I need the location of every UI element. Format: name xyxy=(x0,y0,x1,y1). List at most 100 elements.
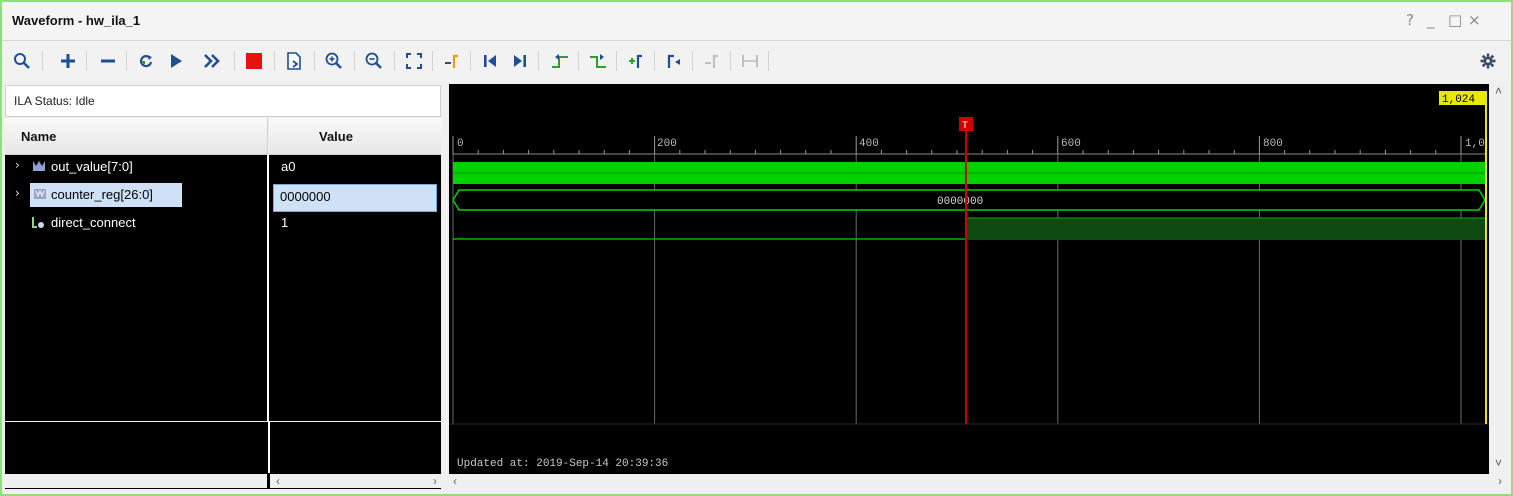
swap-cursors-icon[interactable] xyxy=(738,49,762,73)
expand-chevron-icon[interactable]: › xyxy=(15,158,20,172)
next-marker-icon[interactable] xyxy=(700,49,724,73)
bus-value-label: 0000000 xyxy=(937,196,983,208)
go-to-cursor-icon[interactable] xyxy=(440,49,464,73)
toolbar-separator xyxy=(314,51,315,71)
updated-timestamp: Updated at: 2019-Sep-14 20:39:36 xyxy=(457,458,668,470)
minus-icon[interactable] xyxy=(96,49,120,73)
ruler-label: 600 xyxy=(1061,138,1081,150)
signal-name: direct_connect xyxy=(51,215,136,230)
zoom-in-icon[interactable] xyxy=(322,49,346,73)
toolbar-separator xyxy=(654,51,655,71)
skip-start-icon[interactable] xyxy=(478,49,502,73)
maximize-icon[interactable]: □ xyxy=(1448,11,1462,29)
signal-row[interactable]: › out_value[7:0] xyxy=(5,155,267,179)
signal-list-pane: ILA Status: Idle Name Value › out_value[… xyxy=(5,85,441,489)
direct-connect-high xyxy=(966,218,1485,240)
trigger-marker-label: T xyxy=(962,121,968,132)
search-icon[interactable] xyxy=(10,49,34,73)
prev-transition-icon[interactable] xyxy=(548,49,572,73)
value-column-label: Value xyxy=(319,129,353,144)
add-marker-icon[interactable] xyxy=(624,49,648,73)
scroll-right-icon[interactable]: › xyxy=(433,474,437,488)
toolbar-separator xyxy=(538,51,539,71)
signal-row[interactable]: › counter_reg[26:0] xyxy=(5,183,267,207)
signal-list-footer: ‹ › xyxy=(5,422,441,489)
window-title: Waveform - hw_ila_1 xyxy=(12,13,141,28)
close-icon[interactable]: × xyxy=(1468,11,1481,29)
value-cell: a0 xyxy=(271,155,439,179)
toolbar-separator xyxy=(86,51,87,71)
value-horizontal-scrollbar[interactable]: ‹ › xyxy=(270,474,441,488)
value-cell: 1 xyxy=(271,211,439,235)
ruler-label: 800 xyxy=(1263,138,1283,150)
refresh-arrow-icon[interactable] xyxy=(134,49,158,73)
scroll-right-icon[interactable]: › xyxy=(1498,474,1502,488)
plus-icon[interactable] xyxy=(56,49,80,73)
waveform-horizontal-scrollbar[interactable]: ‹ › xyxy=(449,474,1508,488)
waveform-vertical-scrollbar[interactable]: ˄ ˅ xyxy=(1490,84,1508,474)
value-cell-selected[interactable]: 0000000 xyxy=(273,184,437,212)
toolbar-separator xyxy=(768,51,769,71)
name-column-header[interactable]: Name xyxy=(5,118,268,155)
document-export-icon[interactable] xyxy=(282,49,306,73)
next-transition-icon[interactable] xyxy=(586,49,610,73)
minimize-icon[interactable]: _ xyxy=(1427,11,1435,29)
waveform-toolbar xyxy=(2,41,1511,81)
prev-marker-icon[interactable] xyxy=(662,49,686,73)
signal-list: › out_value[7:0] › counter_reg[26:0] dir… xyxy=(5,155,441,421)
waveform-canvas[interactable]: 0 200 400 600 800 1,0 0000000 T 1,024 Up… xyxy=(449,84,1489,474)
signal-value-column: a0 0000000 1 xyxy=(271,155,441,421)
ruler-label: 1,0 xyxy=(1465,138,1485,150)
signal-value: a0 xyxy=(281,159,296,174)
waveform-window: Waveform - hw_ila_1 ? _ □ × ILA Status: … xyxy=(0,0,1513,496)
register-bus-icon xyxy=(33,188,47,203)
title-bar: Waveform - hw_ila_1 ? _ □ × xyxy=(2,2,1511,41)
scroll-left-icon[interactable]: ‹ xyxy=(276,474,280,488)
toolbar-separator xyxy=(126,51,127,71)
scroll-left-icon[interactable]: ‹ xyxy=(453,474,457,488)
scroll-up-icon[interactable]: ˄ xyxy=(1495,84,1502,98)
toolbar-separator xyxy=(616,51,617,71)
toolbar-separator xyxy=(394,51,395,71)
logic-bit-icon xyxy=(32,216,46,232)
toolbar-separator xyxy=(730,51,731,71)
ila-status-text: ILA Status: Idle xyxy=(14,94,95,108)
signal-value: 1 xyxy=(281,215,289,230)
ruler-label: 400 xyxy=(859,138,879,150)
zoom-out-icon[interactable] xyxy=(362,49,386,73)
toolbar-separator xyxy=(578,51,579,71)
gear-icon[interactable] xyxy=(1476,49,1500,73)
ruler-labels: 0 200 400 600 800 1,0 xyxy=(457,138,1485,150)
zoom-fit-icon[interactable] xyxy=(402,49,426,73)
play-icon[interactable] xyxy=(164,49,188,73)
name-column-label: Name xyxy=(21,129,57,144)
signal-name: out_value[7:0] xyxy=(51,159,133,174)
ruler-label: 200 xyxy=(657,138,677,150)
ruler-ticks xyxy=(452,136,1462,154)
double-chevron-icon[interactable] xyxy=(200,49,224,73)
signal-name-column: › out_value[7:0] › counter_reg[26:0] dir… xyxy=(5,155,269,421)
bus-icon xyxy=(32,160,46,175)
scroll-down-icon[interactable]: ˅ xyxy=(1495,456,1502,470)
end-cursor-label: 1,024 xyxy=(1442,94,1475,106)
toolbar-separator xyxy=(692,51,693,71)
toolbar-separator xyxy=(470,51,471,71)
toolbar-separator xyxy=(354,51,355,71)
column-divider xyxy=(268,422,270,473)
signal-value: 0000000 xyxy=(280,189,331,204)
expand-chevron-icon[interactable]: › xyxy=(15,186,20,200)
toolbar-separator xyxy=(274,51,275,71)
toolbar-separator xyxy=(234,51,235,71)
skip-end-icon[interactable] xyxy=(508,49,532,73)
stop-icon[interactable] xyxy=(242,49,266,73)
name-horizontal-scrollbar[interactable] xyxy=(5,474,267,488)
value-column-header[interactable]: Value xyxy=(269,118,441,155)
help-icon[interactable]: ? xyxy=(1406,11,1414,29)
signal-row[interactable]: direct_connect xyxy=(5,211,267,235)
ila-status-box: ILA Status: Idle xyxy=(5,85,441,117)
toolbar-separator xyxy=(42,51,43,71)
waveform-plot[interactable]: 0 200 400 600 800 1,0 0000000 T 1,024 Up… xyxy=(449,84,1489,474)
toolbar-separator xyxy=(432,51,433,71)
signal-name: counter_reg[26:0] xyxy=(51,187,153,202)
ruler-label: 0 xyxy=(457,138,464,150)
